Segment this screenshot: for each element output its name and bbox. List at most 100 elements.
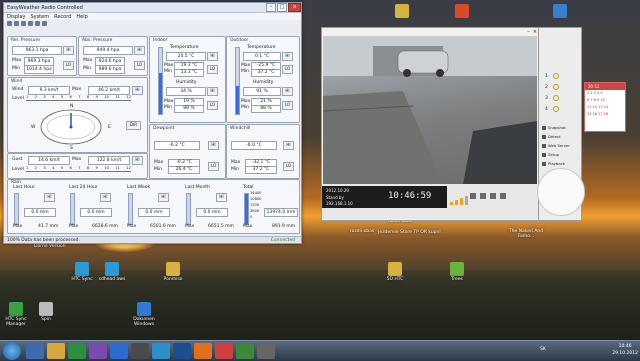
indoor-hum-lo-button[interactable]: LO [207, 101, 218, 110]
start-button[interactable] [3, 342, 21, 360]
channel-2-indicator[interactable] [553, 84, 559, 90]
menu-display[interactable]: Display [7, 14, 25, 20]
wind-dir-button[interactable]: DIR [126, 121, 141, 130]
wind-hi-button[interactable]: HI [132, 86, 143, 95]
audio-icon[interactable] [490, 193, 496, 199]
desktop-icon-label: TP OR kupni [413, 230, 441, 235]
camera-volume-indicator[interactable] [450, 196, 468, 205]
abs-pressure-lo-button[interactable]: LO [134, 61, 145, 70]
compass-south: S [70, 146, 73, 151]
channel-4-indicator[interactable] [553, 106, 559, 112]
rain-hi-button[interactable]: HI [216, 193, 227, 202]
menu-playback-label: Playback [548, 161, 565, 166]
indoor-temp-title: Temperature [170, 45, 199, 50]
menu-setup[interactable]: Setup [542, 152, 559, 157]
desktop-icon-label: The Naked And Famo... [508, 229, 544, 239]
desktop-icon-sdhead[interactable]: sdhead aws [92, 262, 132, 282]
rain-hi-button[interactable]: HI [158, 193, 169, 202]
wind-scale-tick: 5 [60, 95, 64, 99]
dewpoint-hi-button[interactable]: HI [208, 141, 219, 150]
outdoor-temp-min: 37.2 °C [251, 69, 281, 77]
language-indicator[interactable]: SK [540, 347, 546, 352]
menu-playback[interactable]: Playback [542, 161, 565, 166]
clock[interactable]: 10:46 29.10.2012 [612, 343, 638, 357]
rain-hi-button[interactable]: HI [44, 193, 55, 202]
outdoor-hum-lo-button[interactable]: LO [282, 101, 293, 110]
desktop-icon-trees[interactable]: Trees [437, 262, 477, 282]
taskbar-app-camera[interactable] [257, 343, 275, 359]
outdoor-temp-title: Temperature [247, 45, 276, 50]
gust-hi-button[interactable]: HI [132, 156, 143, 165]
alarm-icon[interactable] [35, 21, 40, 26]
abs-pressure-hi-button[interactable]: HI [134, 46, 145, 55]
clock-time: 10:46 [618, 344, 632, 349]
history-icon[interactable] [14, 21, 19, 26]
menu-record[interactable]: Record [54, 14, 71, 20]
menu-detect[interactable]: Detect [542, 134, 561, 139]
desktop-icon-app-blue[interactable] [540, 4, 580, 19]
outdoor-hmax-label: Max [241, 99, 251, 104]
taskbar-app-4[interactable] [152, 343, 170, 359]
desktop-icon-ponmiso[interactable]: Ponmiso [153, 262, 193, 282]
weather-titlebar[interactable]: EasyWeather Radio Controlled – □ × [4, 3, 301, 13]
menu-web-server[interactable]: Web Server [542, 143, 570, 148]
outdoor-hum-title: Humidity [253, 80, 274, 85]
outdoor-title: Outdoor [230, 38, 249, 43]
camera-minimize-button[interactable]: – [527, 29, 530, 35]
dewpoint-max-label: Max [154, 160, 164, 165]
camera-ptz-dial[interactable] [537, 168, 585, 216]
desktop-icon-app-red[interactable] [442, 4, 482, 19]
save-icon[interactable] [7, 21, 12, 26]
weather-title: EasyWeather Radio Controlled [7, 4, 83, 11]
desktop-icon-naked[interactable]: The Naked And Famo... [506, 229, 546, 239]
windchill-min: 37.2 °C [245, 166, 277, 174]
rel-pressure-lo-button[interactable]: LO [63, 61, 74, 70]
taskbar-app-2[interactable] [110, 343, 128, 359]
dewpoint-lo-button[interactable]: LO [208, 162, 219, 171]
desktop-icon-spin[interactable]: Spin [26, 302, 66, 322]
maximize-button[interactable]: □ [277, 3, 287, 12]
taskbar-app-media[interactable] [68, 343, 86, 359]
desktop-icon-dokumen[interactable]: Dokumen Windows [124, 302, 164, 327]
minimize-button[interactable]: – [266, 3, 276, 12]
desktop-icon-5dhtc[interactable]: 5D HTC [375, 262, 415, 282]
close-button[interactable]: × [288, 3, 301, 12]
outdoor-hum-hi-button[interactable]: HI [282, 87, 293, 96]
indoor-temp-hi-button[interactable]: HI [207, 52, 218, 61]
taskbar-app-firefox[interactable] [194, 343, 212, 359]
record-icon[interactable] [480, 193, 486, 199]
taskbar-app-5[interactable] [173, 343, 191, 359]
wind-scale-tick: 7 [78, 95, 81, 99]
taskbar-app-1[interactable] [89, 343, 107, 359]
taskbar-app-3[interactable] [131, 343, 149, 359]
taskbar-app-ie[interactable] [26, 343, 44, 359]
channel-1-indicator[interactable] [553, 73, 559, 79]
channel-3-indicator[interactable] [553, 95, 559, 101]
camera-close-button[interactable]: × [533, 29, 537, 35]
menu-system[interactable]: System [30, 14, 49, 20]
rel-pressure-hi-button[interactable]: HI [63, 46, 74, 55]
rain-hi-button[interactable]: HI [100, 193, 111, 202]
settings-icon[interactable] [28, 21, 33, 26]
desktop-icon-folder-1[interactable] [382, 4, 422, 19]
menu-help[interactable]: Help [76, 14, 87, 20]
ptz-icon[interactable] [470, 193, 476, 199]
outdoor-temp-lo-button[interactable]: LO [282, 65, 293, 74]
gust-scale-tick: 12 [126, 166, 131, 170]
taskbar-app-opera[interactable] [215, 343, 233, 359]
taskbar-app-explorer[interactable] [47, 343, 65, 359]
camera-feed[interactable] [323, 36, 537, 184]
graph-icon[interactable] [21, 21, 26, 26]
wind-compass [40, 109, 102, 145]
taskbar-app-weather[interactable] [236, 343, 254, 359]
mic-icon[interactable] [500, 193, 506, 199]
weather-toolbar [4, 20, 301, 27]
desktop-icon-tp[interactable]: TP OR kupni [407, 230, 447, 235]
windchill-lo-button[interactable]: LO [283, 162, 294, 171]
windchill-hi-button[interactable]: HI [283, 141, 294, 150]
menu-snapshot[interactable]: Snapshot [542, 125, 566, 130]
indoor-hum-hi-button[interactable]: HI [207, 87, 218, 96]
indoor-temp-lo-button[interactable]: LO [207, 65, 218, 74]
outdoor-temp-hi-button[interactable]: HI [282, 52, 293, 61]
info-icon[interactable] [42, 21, 47, 26]
